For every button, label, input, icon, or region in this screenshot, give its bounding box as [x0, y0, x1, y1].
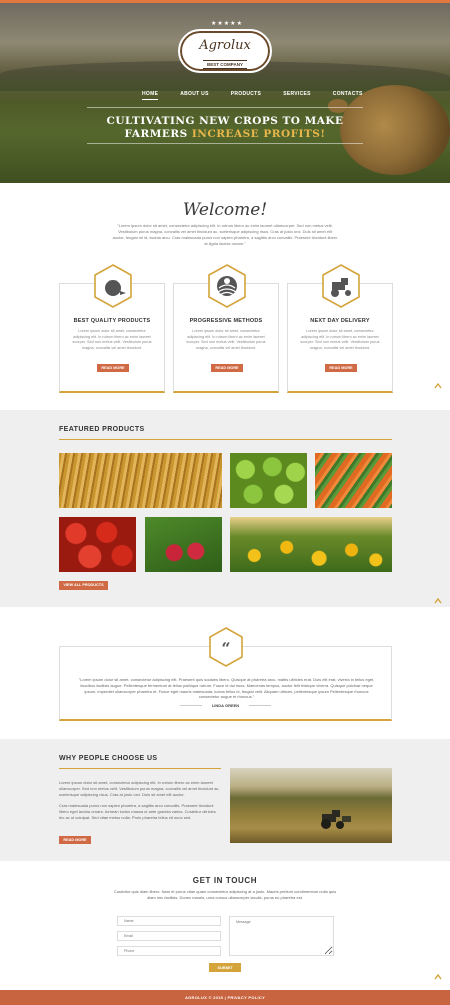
product-tile-sunflowers[interactable]: [230, 517, 392, 572]
quote-icon: “: [209, 627, 243, 667]
nav-services[interactable]: SERVICES: [283, 89, 311, 100]
feature-title: PROGRESSIVE METHODS: [189, 318, 263, 324]
nav-home[interactable]: HOME: [142, 89, 159, 100]
name-field[interactable]: [117, 916, 221, 926]
read-more-button[interactable]: READ MORE: [211, 364, 243, 372]
testimonial-text: "Lorem ipsum dolor sit amet, consectetur…: [78, 677, 375, 700]
logo-name: Agrolux: [199, 38, 251, 53]
testimonial-box: “ "Lorem ipsum dolor sit amet, consectet…: [59, 627, 392, 721]
hero-title: CULTIVATING NEW CROPS TO MAKE FARMERS IN…: [90, 115, 360, 141]
product-tile-raspberries[interactable]: [145, 517, 222, 572]
product-tile-apples[interactable]: [230, 453, 307, 508]
hero-divider-bottom: [87, 143, 363, 144]
read-more-button[interactable]: READ MORE: [59, 836, 91, 844]
why-paragraph-1: Lorem ipsum dolor sit amet, consectetur …: [59, 780, 220, 797]
why-text: Lorem ipsum dolor sit amet, consectetur …: [59, 780, 221, 821]
tractor-icon: [321, 810, 351, 829]
welcome-text: "Lorem ipsum dolor sit amet, consectetur…: [112, 223, 338, 246]
logo-tagline: BEST COMPANY: [203, 60, 247, 69]
author-dash-right: [249, 705, 271, 706]
feature-text: Lorem ipsum dolor sit amet, consectetur …: [72, 329, 152, 350]
feature-card-delivery: NEXT DAY DELIVERY Lorem ipsum dolor sit …: [287, 264, 393, 393]
welcome-title: Welcome!: [182, 200, 268, 220]
product-tile-carrots[interactable]: [315, 453, 392, 508]
why-title: WHY PEOPLE CHOOSE US: [59, 755, 158, 762]
message-field[interactable]: [229, 916, 334, 956]
contact-title: GET IN TOUCH: [192, 876, 258, 885]
feature-title: NEXT DAY DELIVERY: [310, 318, 370, 324]
scroll-up-icon[interactable]: [434, 383, 442, 389]
phone-field[interactable]: [117, 946, 221, 956]
read-more-button[interactable]: READ MORE: [97, 364, 129, 372]
scroll-up-icon[interactable]: [434, 598, 442, 604]
tomato-icon: [94, 264, 132, 308]
testimonial-author: LINDA GREEN: [211, 703, 240, 708]
featured-underline: [59, 439, 392, 440]
featured-title: FEATURED PRODUCTS: [59, 426, 145, 433]
footer: AGROLUX © 2015 | PRIVACY POLICY: [0, 990, 450, 1005]
contact-text: Curabitur quis diam libero. Nam et purus…: [113, 889, 337, 900]
tractor-icon: [322, 264, 360, 308]
why-underline: [59, 768, 221, 769]
view-all-products-button[interactable]: VIEW ALL PRODUCTS: [59, 581, 108, 590]
svg-text:“: “: [221, 639, 230, 658]
feature-text: Lorem ipsum dolor sit amet, consectetur …: [186, 329, 266, 350]
hero-banner: ★★★★★ Agrolux BEST COMPANY HOME ABOUT US…: [0, 3, 450, 183]
featured-products-section: FEATURED PRODUCTS VIEW ALL PRODUCTS: [0, 410, 450, 607]
feature-card-quality: BEST QUALITY PRODUCTS Lorem ipsum dolor …: [59, 264, 165, 393]
product-tile-tomatoes[interactable]: [59, 517, 136, 572]
feature-card-methods: PROGRESSIVE METHODS Lorem ipsum dolor si…: [173, 264, 279, 393]
product-tile-wheat[interactable]: [59, 453, 222, 508]
nav-contacts[interactable]: CONTACTS: [333, 89, 363, 100]
read-more-button[interactable]: READ MORE: [325, 364, 357, 372]
submit-button[interactable]: SUBMIT: [209, 963, 241, 972]
main-nav: HOME ABOUT US PRODUCTS SERVICES CONTACTS: [142, 89, 385, 100]
why-choose-us-section: WHY PEOPLE CHOOSE US Lorem ipsum dolor s…: [0, 739, 450, 861]
nav-about[interactable]: ABOUT US: [180, 89, 209, 100]
scroll-up-icon[interactable]: [434, 974, 442, 980]
hero-divider-top: [87, 107, 363, 108]
hero-title-highlight: INCREASE PROFITS!: [191, 128, 326, 140]
feature-text: Lorem ipsum dolor sit amet, consectetur …: [300, 329, 380, 350]
site-logo[interactable]: ★★★★★ Agrolux BEST COMPANY: [178, 21, 272, 73]
email-field[interactable]: [117, 931, 221, 941]
field-sun-icon: [208, 264, 246, 308]
nav-products[interactable]: PRODUCTS: [231, 89, 261, 100]
why-paragraph-2: Cras malesuada purus non sapien pharetra…: [59, 803, 216, 820]
feature-title: BEST QUALITY PRODUCTS: [73, 318, 151, 324]
logo-stars: ★★★★★: [211, 21, 243, 27]
tractor-field-image: [230, 768, 392, 843]
